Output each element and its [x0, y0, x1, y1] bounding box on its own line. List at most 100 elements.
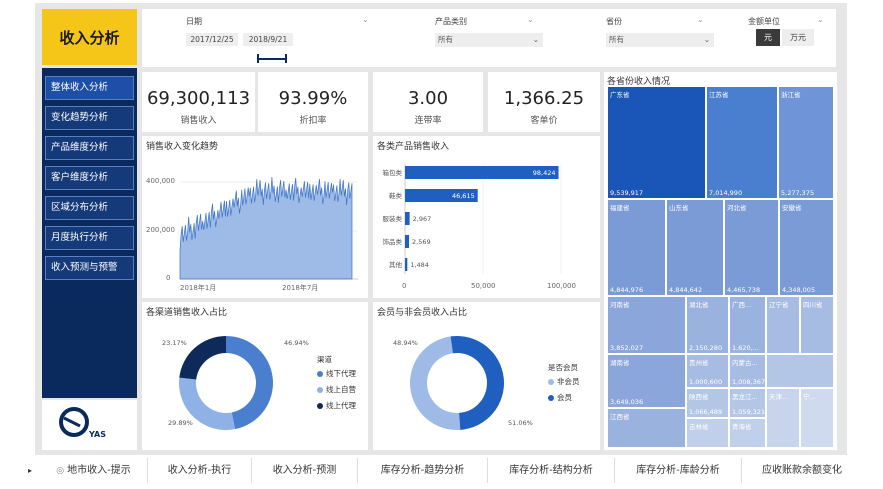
y-tick-label: 400,000: [146, 177, 175, 185]
nav-item-trend[interactable]: 变化趋势分析: [45, 106, 134, 130]
legend-item: 线上自营: [317, 384, 356, 395]
data-label: 1,484: [410, 261, 429, 269]
tab-inventory-structure[interactable]: 库存分析-结构分析: [488, 458, 615, 483]
category-label: 服装类: [383, 214, 403, 223]
treemap-cell[interactable]: 河北省 4,465,738: [724, 199, 779, 296]
bar-chart-panel: 各类产品销售收入 箱包类 98,424 鞋类 46,615 服装类 2,967 饰品类 2,5…: [373, 136, 600, 298]
category-label: 其他: [389, 260, 403, 269]
bar-饰品类[interactable]: [405, 235, 410, 248]
date-end-input[interactable]: 2018/9/21: [243, 33, 293, 46]
sidebar-nav: 整体收入分析 变化趋势分析 产品维度分析 客户维度分析 区域分布分析 月度执行分…: [42, 68, 137, 398]
donut-label: 23.17%: [162, 339, 187, 347]
treemap-cell[interactable]: 江西省: [607, 408, 686, 448]
treemap-cell[interactable]: 江苏省 7,014,990: [706, 86, 778, 199]
treemap-cell[interactable]: 湖北省 2,150,280: [686, 296, 729, 354]
legend-item: 线下代理: [317, 368, 356, 379]
tab-inventory-trend[interactable]: 库存分析-趋势分析: [358, 458, 488, 483]
treemap-panel: 各省份收入情况 广东省 9,539,917 江苏省 7,014,990 浙江省 5,2…: [604, 72, 837, 450]
treemap-cell[interactable]: [766, 354, 834, 388]
treemap-cell[interactable]: 河南省 3,852,027: [607, 296, 686, 354]
filter-panel: 日期 ⌄ 2017/12/25 2018/9/21 产品类别 ⌄ 所有 ⌄ 省份…: [142, 9, 836, 67]
chevron-down-icon[interactable]: ⌄: [817, 15, 824, 24]
treemap-cell[interactable]: 辽宁省: [766, 296, 800, 354]
tab-receivables[interactable]: 应收账款余额变化: [742, 458, 862, 483]
treemap-cell[interactable]: 广东省 9,539,917: [607, 86, 706, 199]
kpi-value: 1,366.25: [503, 88, 585, 109]
date-slider-end-handle[interactable]: [285, 54, 287, 63]
nav-item-region[interactable]: 区域分布分析: [45, 196, 134, 220]
bar-其他[interactable]: [405, 258, 408, 271]
category-label: 箱包类: [383, 168, 403, 177]
category-filter-label: 产品类别: [435, 17, 467, 26]
data-label: 98,424: [533, 169, 556, 177]
kpi-label: 销售收入: [180, 116, 217, 126]
date-start-input[interactable]: 2017/12/25: [186, 33, 238, 46]
treemap-cell[interactable]: 黑龙江... 1,059,321: [729, 388, 766, 418]
donut-label: 46.94%: [284, 339, 309, 347]
eye-icon: ◎: [56, 466, 65, 476]
treemap-cell[interactable]: 陕西省 1,066,489: [686, 388, 729, 418]
x-tick-label: 2018年7月: [282, 284, 319, 292]
channel-donut-panel: 各渠道销售收入占比 46.94% 23.17% 29.89% 渠道 线下代理 线…: [142, 302, 368, 450]
date-slider-start-handle[interactable]: [257, 54, 259, 63]
kpi-label: 连带率: [414, 116, 442, 126]
nav-item-customer[interactable]: 客户维度分析: [45, 166, 134, 190]
province-filter-label: 省份: [606, 17, 622, 26]
data-label: 2,967: [413, 215, 432, 223]
treemap-cell[interactable]: 宁...: [800, 388, 834, 448]
treemap-cell[interactable]: 青海省: [729, 418, 766, 448]
kpi-value: 3.00: [407, 88, 449, 109]
treemap-cell[interactable]: 内蒙古... 1,008,367: [729, 354, 766, 388]
donut-slice[interactable]: [226, 336, 273, 430]
treemap-cell[interactable]: 湖南省 3,649,036: [607, 354, 686, 408]
chevron-down-icon[interactable]: ⌄: [362, 15, 369, 24]
category-label: 饰品类: [383, 237, 403, 246]
treemap-cell[interactable]: 吉林省: [686, 418, 729, 448]
tab-inventory-age[interactable]: 库存分析-库龄分析: [615, 458, 742, 483]
line-chart-panel: 销售收入变化趋势 400,000 200,000 0 2018年1月 2018年…: [142, 136, 368, 298]
chevron-down-icon: ⌄: [532, 35, 539, 44]
logo-text: YAS: [89, 430, 106, 439]
date-filter-label: 日期: [186, 17, 202, 26]
nav-item-product[interactable]: 产品维度分析: [45, 136, 134, 160]
y-tick-label: 0: [166, 274, 171, 282]
chevron-down-icon[interactable]: ⌄: [527, 15, 534, 24]
nav-item-forecast[interactable]: 收入预测与预警: [45, 256, 134, 280]
treemap-cell[interactable]: 天津...: [766, 388, 800, 448]
line-chart: [179, 176, 358, 280]
kpi-value: 93.99%: [278, 88, 348, 109]
data-label: 2,569: [412, 238, 431, 246]
donut-label: 51.06%: [508, 419, 533, 427]
unit-option-yuan[interactable]: 元: [756, 29, 780, 46]
category-dropdown[interactable]: 所有 ⌄: [435, 33, 543, 47]
treemap-cell[interactable]: 山东省 4,844,642: [666, 199, 724, 296]
bar-chart: 箱包类 98,424 鞋类 46,615 服装类 2,967 饰品类 2,569 其他 1,484: [383, 164, 562, 274]
legend-item: 线上代理: [317, 400, 356, 411]
x-tick-label: 2018年1月: [180, 284, 217, 292]
nav-item-overall[interactable]: 整体收入分析: [45, 76, 134, 100]
treemap-cell[interactable]: 安徽省 4,348,005: [779, 199, 834, 296]
logo-icon: [59, 407, 89, 437]
company-logo: YAS: [42, 400, 137, 450]
legend-title: 渠道: [317, 355, 332, 364]
treemap-cell[interactable]: 浙江省 5,277,375: [778, 86, 834, 199]
kpi-label: 折扣率: [299, 116, 327, 126]
treemap-cell[interactable]: 贵州省 1,000,600: [686, 354, 729, 388]
legend-item: 会员: [548, 392, 572, 403]
treemap-cell[interactable]: 四川省: [800, 296, 834, 354]
tab-scroll-left-icon[interactable]: ▸: [28, 458, 40, 483]
tab-revenue-execution[interactable]: 收入分析-执行: [148, 458, 252, 483]
chevron-down-icon[interactable]: ⌄: [697, 15, 704, 24]
x-tick-label: 100,000: [547, 282, 576, 290]
category-dropdown-value: 所有: [438, 35, 453, 44]
x-tick-label: 0: [402, 282, 407, 290]
unit-option-wanyuan[interactable]: 万元: [782, 29, 814, 46]
province-dropdown[interactable]: 所有 ⌄: [606, 33, 714, 47]
treemap-cell[interactable]: 广西... 1,620,...: [729, 296, 766, 354]
bar-服装类[interactable]: [405, 212, 410, 225]
tab-city-revenue[interactable]: ◎ 地市收入-提示: [40, 458, 148, 483]
treemap-cell[interactable]: 福建省 4,844,976: [607, 199, 666, 296]
tab-revenue-forecast[interactable]: 收入分析-预测: [252, 458, 358, 483]
legend-item: 非会员: [548, 376, 580, 387]
nav-item-monthly[interactable]: 月度执行分析: [45, 226, 134, 250]
